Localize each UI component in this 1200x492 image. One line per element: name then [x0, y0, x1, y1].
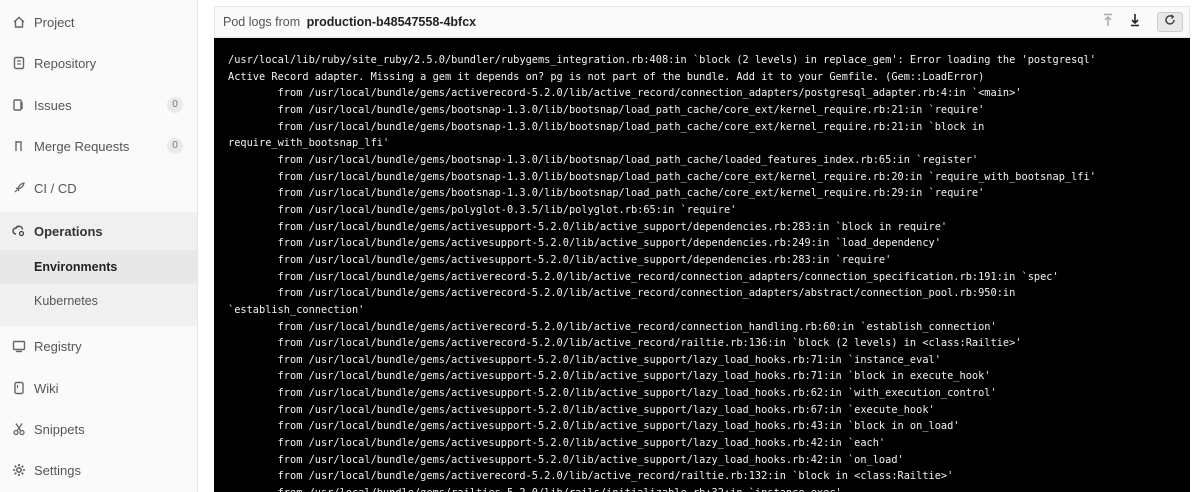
log-line: from /usr/local/bundle/gems/activesuppor… — [228, 370, 991, 383]
sidebar-item-label: Issues — [34, 97, 72, 113]
sidebar-item-label: Settings — [34, 462, 81, 478]
sidebar-item-snippets[interactable]: Snippets — [0, 412, 197, 446]
merge-requests-count-badge: 0 — [167, 138, 183, 154]
log-line: from /usr/local/bundle/gems/activesuppor… — [228, 437, 886, 450]
log-line: from /usr/local/bundle/gems/activerecord… — [228, 87, 1022, 100]
sidebar-item-label: Operations — [34, 223, 103, 239]
log-line: from /usr/local/bundle/gems/bootsnap-1.3… — [228, 120, 985, 133]
log-line: from /usr/local/bundle/gems/bootsnap-1.3… — [228, 187, 985, 200]
sidebar-item-label: Project — [34, 14, 75, 30]
sidebar-subitem-kubernetes[interactable]: Kubernetes — [0, 284, 197, 318]
log-line: from /usr/local/bundle/gems/activerecord… — [228, 470, 954, 483]
log-line: Active Record adapter. Missing a gem it … — [228, 70, 985, 83]
gear-icon — [12, 463, 26, 477]
log-line: require_with_bootsnap_lfi' — [228, 137, 390, 150]
merge-request-icon — [12, 139, 26, 153]
log-line: from /usr/local/bundle/gems/activesuppor… — [228, 453, 904, 466]
sidebar-item-merge-requests[interactable]: Merge Requests 0 — [0, 129, 197, 163]
scroll-to-top-button[interactable] — [1097, 12, 1119, 32]
issues-count-badge: 0 — [167, 97, 183, 113]
log-line: from /usr/local/bundle/gems/activesuppor… — [228, 253, 892, 266]
log-line: from /usr/local/bundle/gems/activerecord… — [228, 337, 1022, 350]
sidebar: Project Repository Issues 0 Merge Reques… — [0, 0, 198, 492]
log-line: `establish_connection' — [228, 303, 365, 316]
sidebar-item-project[interactable]: Project — [0, 5, 197, 39]
log-line: from /usr/local/bundle/gems/activesuppor… — [228, 220, 948, 233]
sidebar-item-repository[interactable]: Repository — [0, 46, 197, 80]
pod-logs-header: Pod logs from production-b48547558-4bfcx — [214, 6, 1190, 38]
cloud-gear-icon — [12, 224, 26, 238]
scroll-to-top-icon — [1102, 13, 1114, 32]
log-line: from /usr/local/bundle/gems/bootsnap-1.3… — [228, 153, 979, 166]
sidebar-subitem-environments[interactable]: Environments — [0, 250, 197, 284]
sidebar-item-label: Repository — [34, 55, 97, 71]
document-icon — [12, 56, 26, 70]
refresh-button[interactable] — [1157, 12, 1183, 32]
log-line: from /usr/local/bundle/gems/activerecord… — [228, 320, 997, 333]
sidebar-item-label: Snippets — [34, 421, 85, 437]
sidebar-item-wiki[interactable]: Wiki — [0, 371, 197, 405]
log-line: /usr/local/lib/ruby/site_ruby/2.5.0/bund… — [228, 54, 1096, 66]
sidebar-item-settings[interactable]: Settings — [0, 453, 197, 487]
scissors-icon — [12, 422, 26, 436]
sidebar-subitem-label: Kubernetes — [34, 294, 98, 308]
log-line: from /usr/local/bundle/gems/activerecord… — [228, 270, 1059, 283]
book-icon — [12, 381, 26, 395]
log-line: from /usr/local/bundle/gems/activesuppor… — [228, 237, 941, 250]
rocket-icon — [12, 181, 26, 195]
scroll-to-bottom-button[interactable] — [1124, 12, 1146, 32]
sidebar-item-label: CI / CD — [34, 180, 77, 196]
log-line: from /usr/local/bundle/gems/activerecord… — [228, 287, 1016, 300]
log-line: from /usr/local/bundle/gems/activesuppor… — [228, 353, 941, 366]
log-line: from /usr/local/bundle/gems/bootsnap-1.3… — [228, 170, 1096, 183]
home-icon — [12, 15, 26, 29]
pod-name: production-b48547558-4bfcx — [306, 15, 477, 29]
issues-icon — [12, 98, 26, 112]
refresh-icon — [1164, 13, 1176, 32]
scroll-to-bottom-icon — [1129, 13, 1141, 32]
pod-logs-terminal[interactable]: /usr/local/lib/ruby/site_ruby/2.5.0/bund… — [214, 38, 1190, 492]
log-line: from /usr/local/bundle/gems/activesuppor… — [228, 387, 997, 400]
sidebar-item-operations[interactable]: Operations — [0, 212, 197, 250]
log-line: from /usr/local/bundle/gems/polyglot-0.3… — [228, 203, 737, 216]
log-line: from /usr/local/bundle/gems/railties-5.2… — [228, 485, 1178, 492]
sidebar-item-ci-cd[interactable]: CI / CD — [0, 171, 197, 205]
sidebar-subitem-label: Environments — [34, 260, 118, 274]
monitor-icon — [12, 339, 26, 353]
log-line: from /usr/local/bundle/gems/bootsnap-1.3… — [228, 103, 985, 116]
sidebar-item-label: Merge Requests — [34, 138, 130, 154]
log-line: from /usr/local/bundle/gems/activesuppor… — [228, 420, 960, 433]
pod-logs-title: Pod logs from production-b48547558-4bfcx — [223, 15, 476, 29]
sidebar-item-registry[interactable]: Registry — [0, 329, 197, 363]
sidebar-item-label: Registry — [34, 338, 82, 354]
pod-logs-title-prefix: Pod logs from — [223, 15, 301, 29]
sidebar-item-label: Wiki — [34, 380, 59, 396]
sidebar-item-issues[interactable]: Issues 0 — [0, 88, 197, 122]
log-line: from /usr/local/bundle/gems/activesuppor… — [228, 403, 935, 416]
operations-subnav: Environments Kubernetes — [0, 250, 197, 326]
log-output: /usr/local/lib/ruby/site_ruby/2.5.0/bund… — [228, 52, 1178, 492]
